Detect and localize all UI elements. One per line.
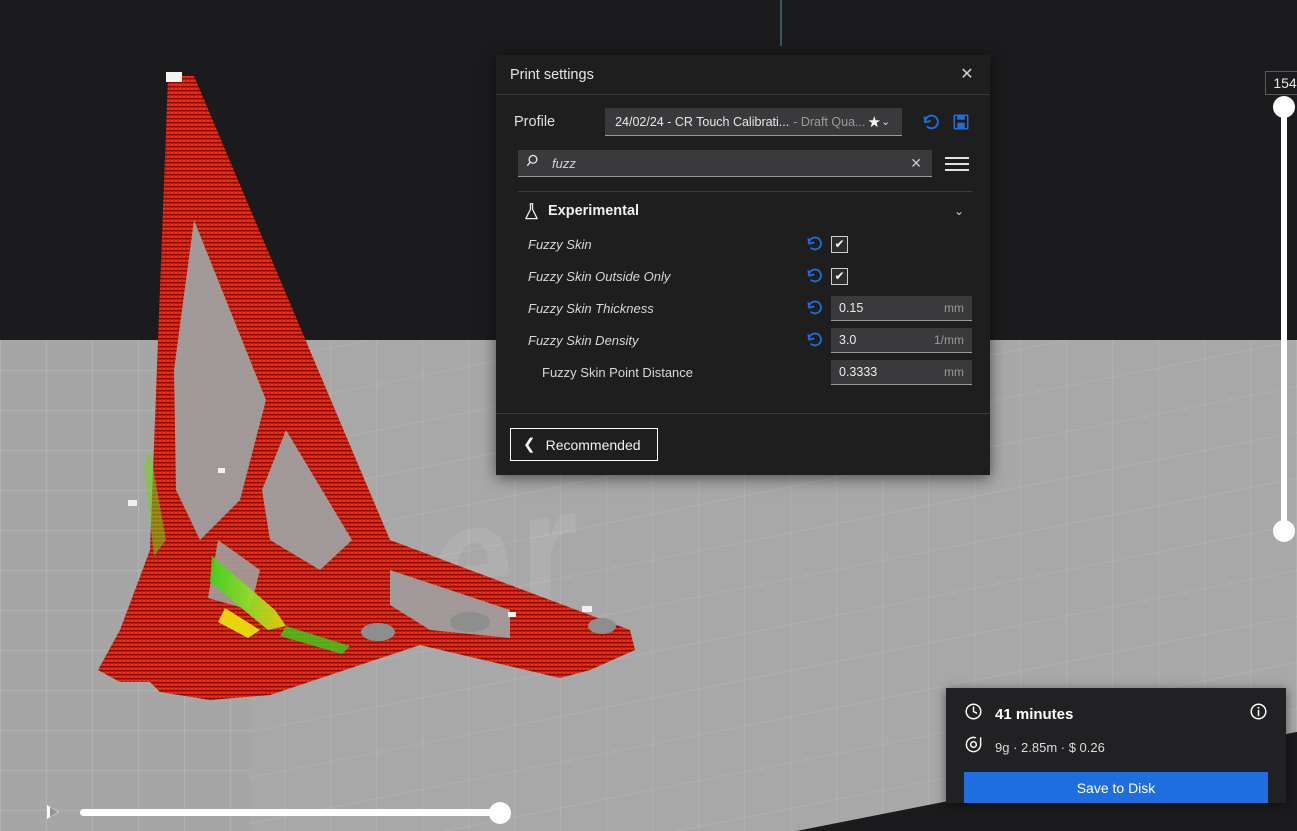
material-row: 9g · 2.85m · $ 0.26	[964, 735, 1268, 759]
save-disk-icon[interactable]	[950, 109, 972, 135]
hamburger-menu-icon[interactable]	[942, 156, 972, 171]
search-value: fuzz	[552, 155, 576, 171]
save-to-disk-button[interactable]: Save to Disk	[964, 772, 1268, 803]
profile-dropdown[interactable]: 24/02/24 - CR Touch Calibrati... - Draft…	[605, 108, 903, 136]
setting-row: Fuzzy Skin Outside Only ✔	[518, 260, 972, 292]
star-icon: ★	[867, 113, 881, 131]
play-icon-inner	[50, 807, 58, 817]
print-info-card: 41 minutes 9g · 2.85m · $ 0.26 Save to D…	[946, 688, 1286, 803]
filament-spool-icon	[964, 735, 983, 759]
setting-value-input[interactable]: 3.0 1/mm	[831, 327, 972, 353]
dialog-footer: ❮ Recommended	[496, 413, 990, 475]
path-slider-track[interactable]	[80, 809, 504, 816]
check-icon: ✔	[834, 269, 845, 283]
setting-value-input[interactable]: 0.3333 mm	[831, 359, 972, 385]
setting-label: Fuzzy Skin Thickness	[528, 300, 654, 316]
setting-unit: mm	[944, 300, 964, 315]
recommended-label: Recommended	[545, 436, 641, 453]
path-slider-handle[interactable]	[489, 802, 511, 824]
setting-value-input[interactable]: 0.15 mm	[831, 295, 972, 321]
print-time: 41 minutes	[995, 705, 1074, 723]
setting-value: 3.0	[839, 332, 857, 347]
settings-list: Experimental ⌄ Fuzzy Skin ✔ Fuzzy Skin Out…	[518, 191, 972, 388]
profile-label: Profile	[514, 114, 556, 130]
profile-name: 24/02/24 - CR Touch Calibrati...	[615, 114, 790, 129]
layer-slider-upper-handle[interactable]	[1273, 96, 1295, 118]
setting-label: Fuzzy Skin Outside Only	[528, 268, 671, 284]
layer-slider-track[interactable]	[1281, 100, 1287, 540]
recommended-button[interactable]: ❮ Recommended	[510, 428, 658, 461]
layer-slider-lower-handle[interactable]	[1273, 520, 1295, 542]
revert-icon[interactable]	[799, 235, 831, 253]
clear-icon[interactable]: ✕	[906, 155, 926, 172]
dialog-body: Profile 24/02/24 - CR Touch Calibrati...…	[496, 95, 990, 413]
setting-row: Fuzzy Skin Point Distance 0.3333 mm	[518, 356, 972, 388]
profile-row: Profile 24/02/24 - CR Touch Calibrati...…	[514, 95, 972, 144]
search-input[interactable]: fuzz ✕	[518, 150, 932, 177]
revert-icon[interactable]	[799, 299, 831, 317]
print-settings-dialog: Print settings ✕ Profile 24/02/24 - CR T…	[496, 55, 990, 475]
search-icon	[526, 153, 542, 174]
info-icon[interactable]	[1249, 702, 1268, 726]
setting-label: Fuzzy Skin	[528, 236, 592, 252]
setting-row: Fuzzy Skin Thickness 0.15 mm	[518, 292, 972, 324]
material-usage: 9g · 2.85m · $ 0.26	[995, 739, 1105, 755]
setting-value: 0.15	[839, 300, 864, 315]
setting-value: 0.3333	[839, 364, 878, 379]
dialog-title: Print settings	[510, 66, 594, 83]
category-label: Experimental	[548, 203, 640, 219]
settings-rows: Fuzzy Skin ✔ Fuzzy Skin Outside Only ✔ Fuzzy…	[518, 228, 972, 388]
setting-label: Fuzzy Skin Point Distance	[542, 364, 694, 380]
check-icon: ✔	[834, 237, 845, 251]
revert-icon[interactable]	[799, 331, 831, 349]
setting-checkbox[interactable]: ✔	[831, 235, 848, 253]
category-experimental[interactable]: Experimental ⌄	[518, 194, 972, 228]
chevron-left-icon: ❮	[523, 436, 536, 453]
setting-checkbox[interactable]: ✔	[831, 267, 848, 285]
chevron-down-icon: ⌄	[880, 116, 891, 128]
setting-row: Fuzzy Skin ✔	[518, 228, 972, 260]
print-time-row: 41 minutes	[964, 702, 1268, 726]
revert-profile-icon[interactable]	[920, 109, 942, 135]
profile-quality: - Draft Qua...	[793, 114, 866, 129]
search-row: fuzz ✕	[518, 150, 972, 177]
setting-unit: mm	[944, 364, 964, 379]
setting-unit: 1/mm	[934, 332, 964, 347]
dialog-title-bar: Print settings ✕	[496, 55, 990, 95]
flask-icon	[518, 202, 544, 221]
clock-icon	[964, 702, 983, 726]
chevron-down-icon[interactable]: ⌄	[954, 204, 972, 218]
layer-number-badge: 154	[1265, 71, 1297, 95]
setting-row: Fuzzy Skin Density 3.0 1/mm	[518, 324, 972, 356]
close-icon[interactable]: ✕	[952, 61, 982, 89]
setting-label: Fuzzy Skin Density	[528, 332, 639, 348]
travel-move-line	[780, 0, 782, 46]
revert-icon[interactable]	[799, 267, 831, 285]
